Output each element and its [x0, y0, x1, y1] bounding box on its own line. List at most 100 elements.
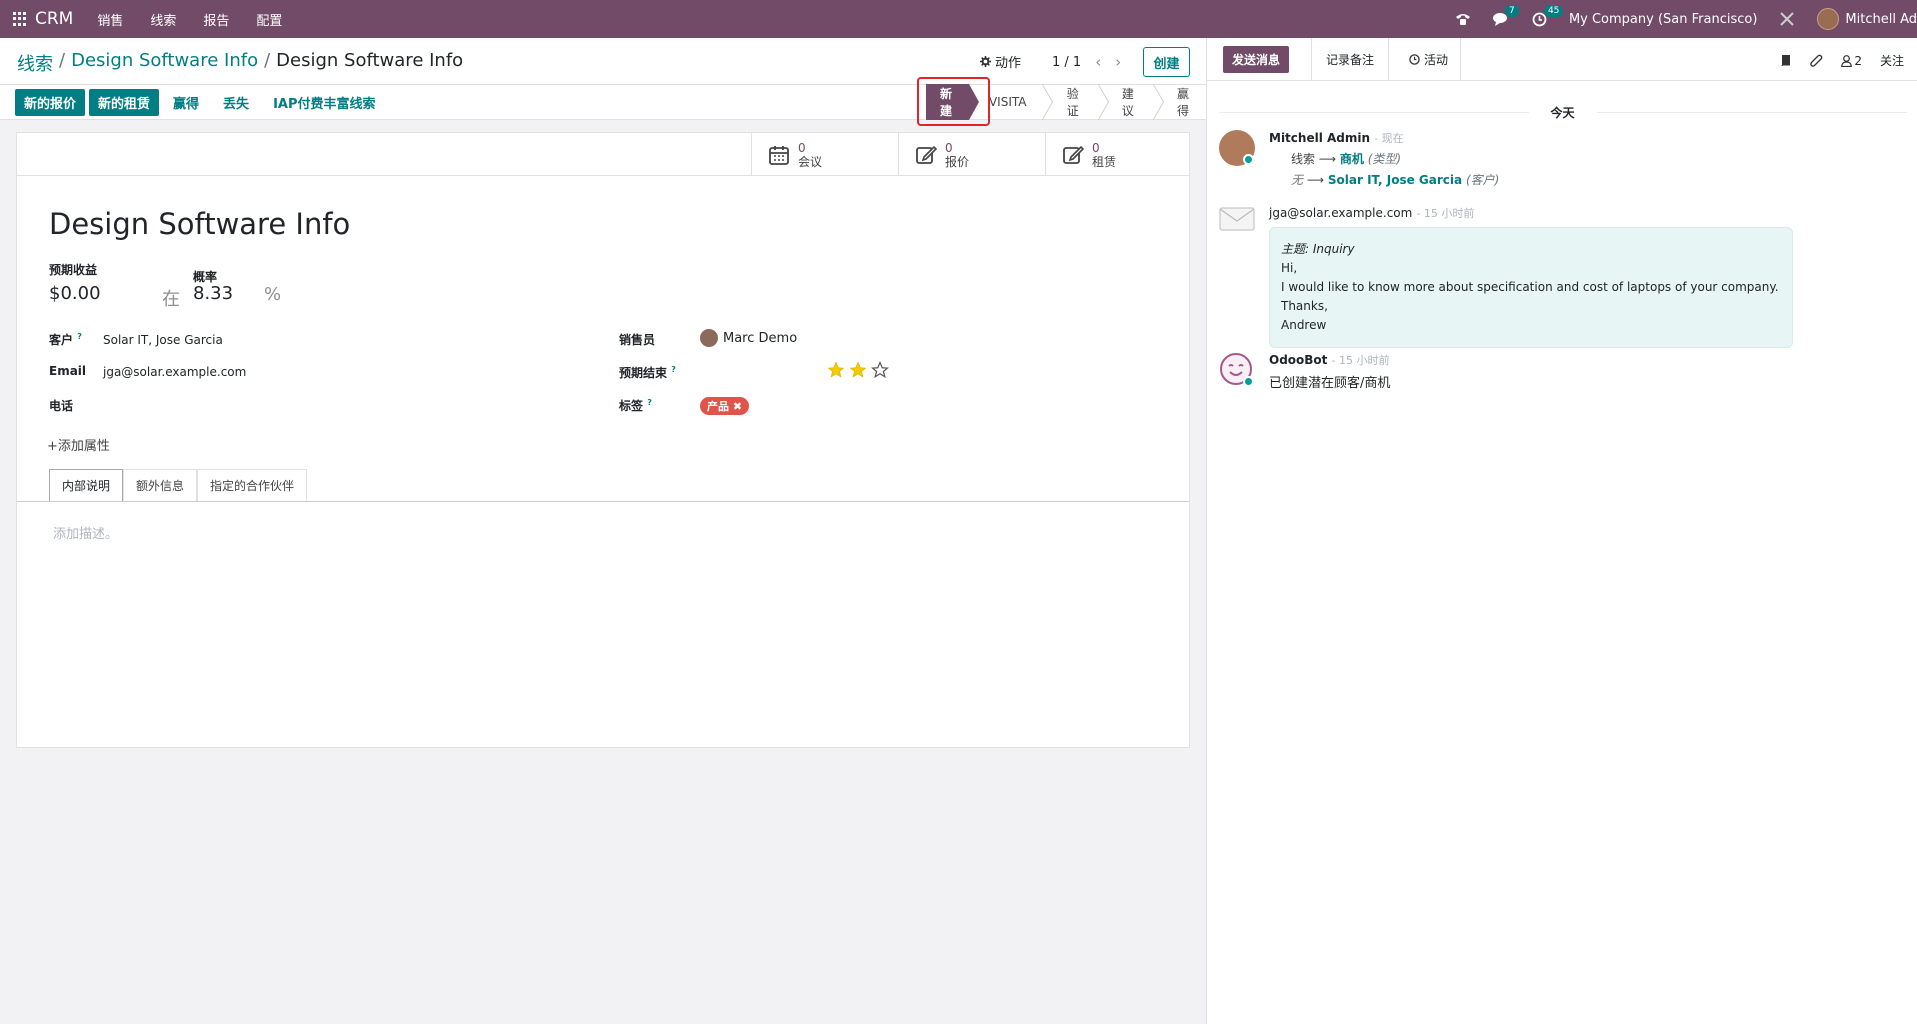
new-rental-button[interactable]: 新的租赁: [89, 89, 160, 116]
user-avatar[interactable]: [1817, 8, 1840, 30]
message-time: - 15 小时前: [1331, 354, 1390, 367]
action-label: 动作: [995, 56, 1022, 71]
salesperson-field[interactable]: Marc Demo: [700, 329, 797, 347]
tag-badge[interactable]: 产品 ✖: [700, 397, 750, 415]
phone-icon[interactable]: [1455, 12, 1471, 26]
salesperson-label: 销售员: [619, 333, 656, 347]
help-tooltip-icon[interactable]: ?: [647, 398, 652, 407]
quotations-count: 0: [945, 140, 953, 155]
salesperson-avatar: [700, 329, 718, 347]
percent-sign: %: [264, 284, 282, 305]
breadcrumb-parent[interactable]: Design Software Info: [71, 50, 258, 76]
menu-reporting[interactable]: 报告: [203, 10, 229, 29]
lost-button[interactable]: 丢失: [213, 89, 259, 116]
pager-previous-icon[interactable]: ‹: [1095, 53, 1101, 71]
email-line: Hi,: [1281, 261, 1298, 275]
plus-icon: +: [47, 439, 58, 454]
breadcrumb: 线索 / Design Software Info / Design Softw…: [17, 50, 463, 76]
probability-input[interactable]: 8.33: [193, 283, 233, 304]
meetings-smart-button[interactable]: 0 会议: [751, 133, 898, 176]
tags-label: 标签 ?: [619, 397, 652, 414]
user-menu[interactable]: Mitchell Ad: [1845, 12, 1917, 27]
expected-closing-label-text: 预期结束: [619, 366, 668, 380]
tracking-line: 无 ⟶ Solar IT, Jose Garcia (客户): [1269, 171, 1889, 188]
expected-revenue-input[interactable]: $0.00: [49, 283, 101, 304]
add-property-label: 添加属性: [57, 439, 110, 454]
stage-won[interactable]: 赢得: [1157, 84, 1206, 120]
breadcrumb-leads[interactable]: 线索: [17, 50, 53, 76]
description-editor[interactable]: 添加描述。: [53, 523, 118, 542]
gear-icon: [980, 56, 991, 67]
email-line: I would like to know more about specific…: [1281, 280, 1779, 294]
pager-next-icon[interactable]: ›: [1115, 53, 1121, 71]
send-message-button[interactable]: 发送消息: [1223, 46, 1290, 73]
add-property-button[interactable]: +添加属性: [47, 435, 110, 454]
won-button[interactable]: 赢得: [163, 89, 209, 116]
help-tooltip-icon[interactable]: ?: [77, 332, 82, 341]
chatter-topbar: 发送消息 记录备注 活动 2 关注: [1207, 38, 1917, 81]
form-sheet: 0 会议 0 报价 0 租赁 Design Software Info 预期收益…: [16, 132, 1190, 748]
customer-label-text: 客户: [49, 333, 74, 347]
message-text: 已创建潜在顾客/商机: [1269, 376, 1391, 391]
record-title[interactable]: Design Software Info: [49, 207, 350, 241]
followers-count: 2: [1854, 53, 1862, 68]
email-field[interactable]: jga@solar.example.com: [103, 365, 246, 379]
message-author[interactable]: OdooBot: [1269, 353, 1327, 367]
chat-icon[interactable]: 7: [1492, 4, 1519, 27]
iap-enrich-button[interactable]: IAP付费丰富线索: [263, 89, 385, 116]
message-time: - 现在: [1374, 132, 1404, 145]
customer-field[interactable]: Solar IT, Jose Garcia: [103, 333, 223, 347]
message-author[interactable]: jga@solar.example.com: [1269, 206, 1412, 220]
paperclip-icon[interactable]: [1810, 54, 1823, 68]
followers-button[interactable]: 2: [1841, 54, 1862, 68]
tab-extra-info[interactable]: 额外信息: [123, 469, 198, 501]
remove-tag-icon[interactable]: ✖: [733, 400, 742, 413]
rentals-smart-button[interactable]: 0 租赁: [1045, 133, 1192, 176]
tab-internal-notes[interactable]: 内部说明: [49, 469, 124, 501]
star-filled-icon[interactable]: [827, 361, 845, 379]
email-label: Email: [49, 364, 87, 378]
new-quotation-button[interactable]: 新的报价: [15, 89, 86, 116]
book-icon[interactable]: [1780, 54, 1792, 67]
smart-button-box: 0 会议 0 报价 0 租赁: [17, 133, 1189, 176]
tab-assigned-partner[interactable]: 指定的合作伙伴: [197, 469, 308, 501]
customer-label: 客户 ?: [49, 331, 82, 348]
highlight-annotation: [917, 77, 990, 126]
activity-clock-icon[interactable]: 45: [1532, 4, 1564, 27]
tracking-old-value: 线索: [1291, 152, 1316, 166]
tracking-field: (客户): [1465, 173, 1500, 187]
quotations-smart-button[interactable]: 0 报价: [898, 133, 1045, 176]
at-label: 在: [162, 289, 180, 310]
create-button[interactable]: 创建: [1143, 47, 1190, 77]
email-subject: 主题: Inquiry: [1281, 242, 1355, 256]
priority-widget[interactable]: [827, 361, 889, 379]
app-brand[interactable]: CRM: [35, 9, 73, 29]
tracking-new-value: 商机: [1339, 152, 1364, 166]
star-filled-icon[interactable]: [849, 361, 867, 379]
tracking-field: (类型): [1367, 152, 1402, 166]
calendar-icon: [769, 145, 789, 165]
message-body: OdooBot - 15 小时前 已创建潜在顾客/商机: [1269, 352, 1889, 391]
message-author[interactable]: Mitchell Admin: [1269, 131, 1370, 145]
apps-menu-icon[interactable]: [13, 12, 27, 26]
email-line: Thanks,: [1281, 299, 1328, 313]
pager-value[interactable]: 1 / 1: [1052, 55, 1081, 70]
tracking-new-value: Solar IT, Jose Garcia: [1327, 173, 1463, 187]
company-switcher[interactable]: My Company (San Francisco): [1569, 12, 1757, 27]
log-note-button[interactable]: 记录备注: [1311, 38, 1390, 81]
quotations-label: 报价: [945, 154, 970, 169]
schedule-activity-button[interactable]: 活动: [1397, 38, 1462, 81]
follow-button[interactable]: 关注: [1880, 52, 1904, 69]
menu-leads[interactable]: 线索: [150, 10, 176, 29]
menu-configuration[interactable]: 配置: [256, 10, 282, 29]
debug-tools-icon[interactable]: [1779, 11, 1795, 27]
email-line: Andrew: [1281, 318, 1327, 332]
message-body: jga@solar.example.com - 15 小时前 主题: Inqui…: [1269, 205, 1889, 348]
action-menu-button[interactable]: 动作: [980, 52, 1021, 71]
top-navbar: CRM 销售 线索 报告 配置 7 45 My Company (San Fra…: [0, 0, 1917, 38]
help-tooltip-icon[interactable]: ?: [671, 365, 676, 374]
menu-sales[interactable]: 销售: [97, 10, 123, 29]
star-empty-icon[interactable]: [871, 361, 889, 379]
tags-label-text: 标签: [619, 399, 644, 413]
online-status-icon: [1243, 154, 1254, 165]
